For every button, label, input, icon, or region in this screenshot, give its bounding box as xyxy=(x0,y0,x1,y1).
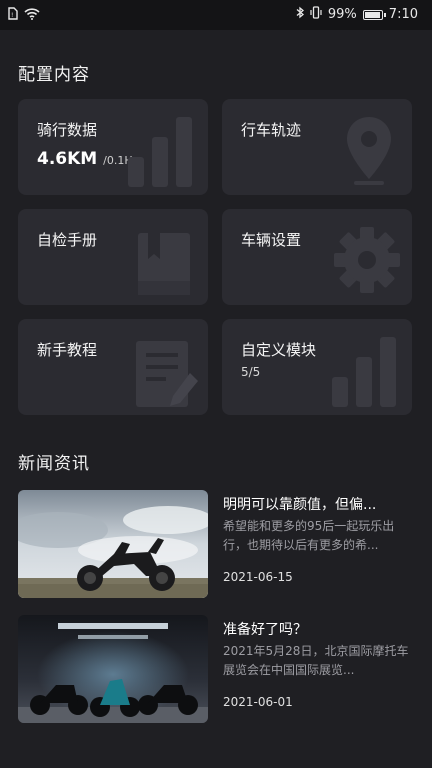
battery-fill xyxy=(364,11,380,18)
gear-icon xyxy=(332,225,402,299)
bar-chart-icon xyxy=(328,329,404,413)
card-beginner-tutorial-label: 新手教程 xyxy=(37,341,98,359)
clock: 7:10 xyxy=(388,7,418,22)
document-pen-icon xyxy=(132,337,200,413)
wifi-icon xyxy=(24,7,40,24)
battery-icon xyxy=(362,9,386,20)
news-title: 明明可以靠颜值，但偏... xyxy=(223,497,377,513)
battery-percent: 99% xyxy=(327,7,357,22)
vibrate-icon xyxy=(310,6,322,23)
config-section-title: 配置内容 xyxy=(18,65,90,85)
news-item[interactable]: 准备好了吗？ 2021年5月28日，北京国际摩托车展览会在中国国际展览... 2… xyxy=(18,615,414,723)
news-section-title: 新闻资讯 xyxy=(18,454,90,474)
news-thumbnail-motorcycle xyxy=(18,490,208,598)
ride-distance: 4.6KM /0.1H xyxy=(37,149,133,169)
card-beginner-tutorial[interactable]: 新手教程 xyxy=(18,319,208,415)
bluetooth-icon xyxy=(296,6,304,23)
card-self-check-manual-label: 自检手册 xyxy=(37,231,98,249)
news-description: 2021年5月28日，北京国际摩托车展览会在中国国际展览... xyxy=(223,644,409,677)
location-pin-icon xyxy=(344,115,394,191)
news-thumbnail-showroom xyxy=(18,615,208,723)
card-custom-module-label: 自定义模块 xyxy=(241,341,317,359)
card-self-check-manual[interactable]: 自检手册 xyxy=(18,209,208,305)
card-vehicle-settings[interactable]: 车辆设置 xyxy=(222,209,412,305)
news-description: 希望能和更多的95后一起玩乐出行，也期待以后有更多的希... xyxy=(223,519,395,552)
card-vehicle-settings-label: 车辆设置 xyxy=(241,231,302,249)
card-ride-track-label: 行车轨迹 xyxy=(241,121,302,139)
news-date: 2021-06-15 xyxy=(223,570,293,584)
book-icon xyxy=(134,229,194,303)
bar-chart-icon xyxy=(124,109,200,193)
card-custom-module[interactable]: 自定义模块 5/5 xyxy=(222,319,412,415)
status-right: 99% 7:10 xyxy=(296,6,418,23)
custom-module-count: 5/5 xyxy=(241,365,261,379)
sim-icon: ! xyxy=(8,7,18,24)
status-bar: ! 99% 7:10 xyxy=(0,0,432,30)
news-title: 准备好了吗？ xyxy=(223,622,307,638)
card-ride-data-label: 骑行数据 xyxy=(37,121,98,139)
status-left: ! xyxy=(8,7,40,24)
news-item[interactable]: 明明可以靠颜值，但偏... 希望能和更多的95后一起玩乐出行，也期待以后有更多的… xyxy=(18,490,414,598)
ride-distance-value: 4.6KM xyxy=(37,149,98,169)
card-ride-data[interactable]: 骑行数据 4.6KM /0.1H xyxy=(18,99,208,195)
card-ride-track[interactable]: 行车轨迹 xyxy=(222,99,412,195)
svg-text:!: ! xyxy=(11,12,13,19)
news-date: 2021-06-01 xyxy=(223,695,293,709)
